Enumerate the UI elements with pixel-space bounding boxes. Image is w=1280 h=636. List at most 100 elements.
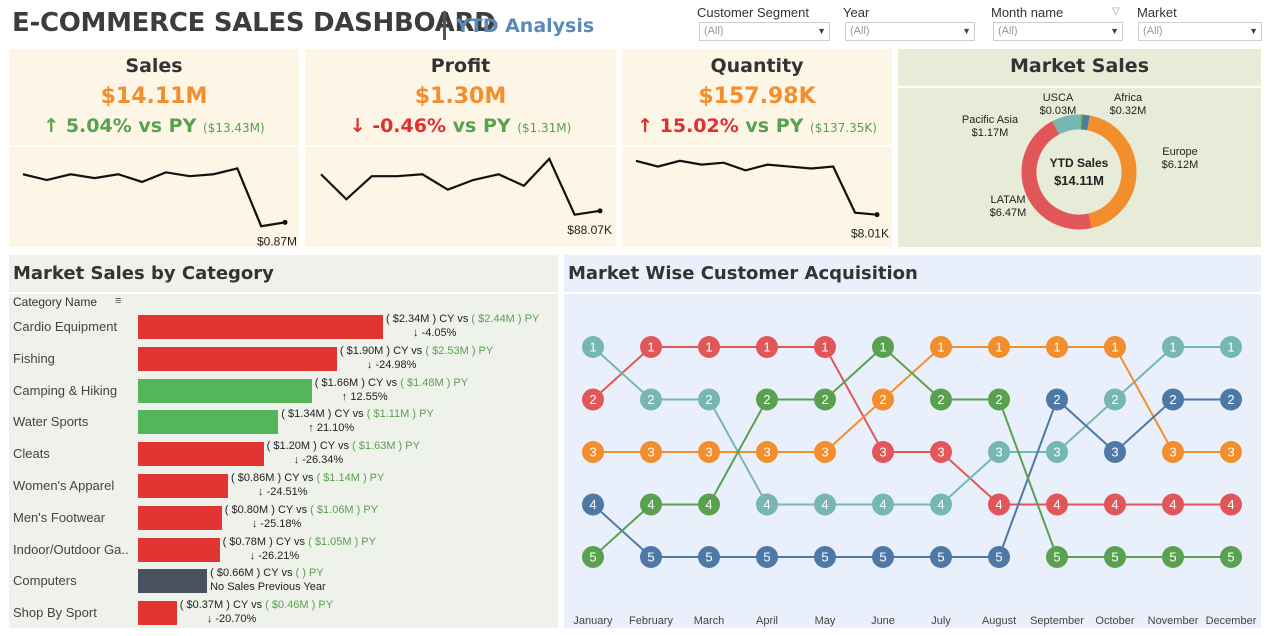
kpi-title: Profit [430, 55, 491, 77]
x-tick-label: April [756, 615, 778, 627]
category-row[interactable]: Fishing ( $1.90M ) CY vs ( $2.53M ) PY ↓ -… [9, 345, 558, 373]
category-row[interactable]: Shop By Sport ( $0.37M ) CY vs ( $0.46M )… [9, 599, 558, 627]
filter-label-market: Market [1137, 5, 1177, 20]
bar-annotation-values: ( $1.34M ) CY vs ( $1.11M ) PY [281, 408, 434, 421]
rank-label: 3 [1169, 445, 1176, 460]
category-row[interactable]: Women's Apparel ( $0.86M ) CY vs ( $1.14M… [9, 472, 558, 500]
sparkline-end-label: $0.87M [257, 234, 297, 247]
rank-label: 2 [821, 392, 828, 407]
category-label: Men's Footwear [13, 509, 106, 525]
bar-annotation-values: ( $1.90M ) CY vs ( $2.53M ) PY [339, 344, 494, 357]
rank-label: 4 [705, 497, 712, 512]
kpi-value: $14.11M [100, 84, 208, 109]
category-bar[interactable] [138, 378, 312, 403]
donut-center-value: $14.11M [1054, 173, 1104, 188]
filter-year[interactable]: (All) ▼ [845, 22, 975, 41]
kpi-py: ($137.35K) [810, 121, 877, 135]
x-tick-label: February [629, 615, 674, 627]
rank-label: 5 [763, 550, 770, 565]
sort-icon[interactable]: ≡ [115, 295, 121, 307]
rank-label: 2 [763, 392, 770, 407]
rank-label: 4 [995, 497, 1002, 512]
bar-annotation-change: ↓ -20.70% [206, 613, 257, 626]
category-bar[interactable] [138, 505, 222, 530]
series-line [592, 346, 1231, 506]
bar-annotation-values: ( $0.80M ) CY vs ( $1.06M ) PY [224, 503, 379, 516]
filter-funnel-icon[interactable]: ▽ [1112, 6, 1120, 17]
category-row[interactable]: Cleats ( $1.20M ) CY vs ( $1.63M ) PY ↓ -2… [9, 440, 558, 468]
rank-label: 5 [647, 550, 654, 565]
x-tick-label: June [871, 615, 895, 627]
sparkline-end-label: $88.07K [567, 223, 612, 237]
sparkline [635, 159, 878, 216]
category-row[interactable]: Men's Footwear ( $0.80M ) CY vs ( $1.06M … [9, 504, 558, 532]
rank-label: 2 [1227, 392, 1234, 407]
category-bar[interactable] [138, 474, 229, 498]
category-bar[interactable] [138, 442, 264, 467]
category-label: Computers [13, 573, 77, 589]
rank-label: 3 [821, 445, 828, 460]
donut-label-value: $6.12M [1162, 159, 1199, 171]
market-sales-panel: Market Sales Africa $0.32M Europe $6.12M LAT… [898, 49, 1261, 247]
category-bar[interactable] [138, 346, 337, 371]
bar-annotation-change: ↓ -24.98% [366, 358, 417, 371]
category-row[interactable]: Indoor/Outdoor Ga.. ( $0.78M ) CY vs ( $1… [9, 536, 558, 564]
bar-annotation-values: ( $0.66M ) CY vs ( ) PY [210, 567, 324, 580]
bar-annotation-values: ( $1.66M ) CY vs ( $1.48M ) PY [314, 376, 469, 389]
rank-label: 2 [1111, 392, 1118, 407]
category-row[interactable]: Computers ( $0.66M ) CY vs ( ) PY No Sales… [9, 567, 558, 595]
kpi-vs: vs PY [452, 115, 511, 137]
category-row[interactable]: Water Sports ( $1.34M ) CY vs ( $1.11M ) … [9, 408, 558, 436]
rank-label: 2 [1169, 392, 1176, 407]
category-bar[interactable] [138, 315, 383, 339]
customer-acquisition-chart: 2 1 1 1 1 3 3 4 4 4 4 4 1 2 2 4 4 4 4 3 3 2 1 1 3 3 3 3 3 2 1 1 1 1 3 3 4 5 5 5… [573, 336, 1257, 627]
bar-annotation-change: ↓ -24.51% [258, 486, 308, 498]
profit-sparkline: $88.07K [320, 156, 612, 237]
rank-label: 4 [1111, 497, 1118, 512]
sparkline-end-point [597, 208, 603, 214]
rank-label: 4 [1169, 497, 1176, 512]
rank-label: 3 [937, 445, 944, 460]
bar-annotation-change: ↑ 12.55% [341, 390, 388, 403]
filter-market[interactable]: (All) ▼ [1138, 22, 1262, 41]
donut-label-value: $6.47M [990, 207, 1027, 219]
x-tick-label: November [1148, 615, 1199, 627]
rank-label: 3 [763, 445, 770, 460]
bar-annotation-change: ↓ -4.05% [413, 327, 457, 339]
rank-label: 4 [647, 497, 654, 512]
category-row[interactable]: Camping & Hiking ( $1.66M ) CY vs ( $1.48… [9, 377, 558, 405]
rank-label: 2 [879, 392, 886, 407]
rank-label: 1 [937, 340, 944, 355]
rank-label: 1 [647, 340, 654, 355]
category-label: Cleats [13, 446, 50, 462]
category-bar[interactable] [138, 601, 177, 626]
category-bar[interactable] [138, 569, 208, 594]
kpi-card-profit: Profit $1.30M ↓ -0.46% vs PY ($1.31M) $8… [305, 49, 616, 247]
category-bar[interactable] [138, 537, 220, 562]
sparkline-end-label: $8.01K [851, 227, 889, 241]
bar-annotation-change: ↓ -26.34% [293, 454, 344, 467]
bar-annotation-values: ( $0.37M ) CY vs ( $0.46M ) PY [179, 599, 334, 612]
filter-month-name[interactable]: (All) ▼ [993, 22, 1123, 41]
filter-customer-segment[interactable]: (All) ▼ [699, 22, 830, 41]
rank-label: 1 [1227, 340, 1234, 355]
donut-label-value: $0.03M [1040, 105, 1077, 117]
chevron-down-icon: ▼ [1249, 26, 1258, 36]
category-row[interactable]: Cardio Equipment ( $2.34M ) CY vs ( $2.44… [9, 313, 558, 341]
rank-label: 5 [705, 550, 712, 565]
kpi-delta-pct: 15.02% [659, 115, 739, 137]
kpi-vs: vs PY [745, 115, 804, 137]
rank-label: 2 [1053, 392, 1060, 407]
bar-annotation-values: ( $0.86M ) CY vs ( $1.14M ) PY [231, 472, 385, 484]
rank-label: 2 [995, 392, 1002, 407]
category-label: Women's Apparel [13, 478, 115, 493]
x-tick-label: March [694, 615, 725, 627]
kpi-delta: ↑ 5.04% vs PY ($13.43M) [9, 115, 299, 137]
rank-label: 3 [647, 445, 654, 460]
x-tick-label: August [982, 615, 1016, 627]
dashboard-subtitle: YTD Analysis [456, 15, 595, 37]
rank-label: 4 [589, 497, 596, 512]
chevron-down-icon: ▼ [962, 26, 971, 36]
arrow-up-icon: ↑ [43, 115, 60, 137]
category-bar[interactable] [138, 410, 279, 435]
